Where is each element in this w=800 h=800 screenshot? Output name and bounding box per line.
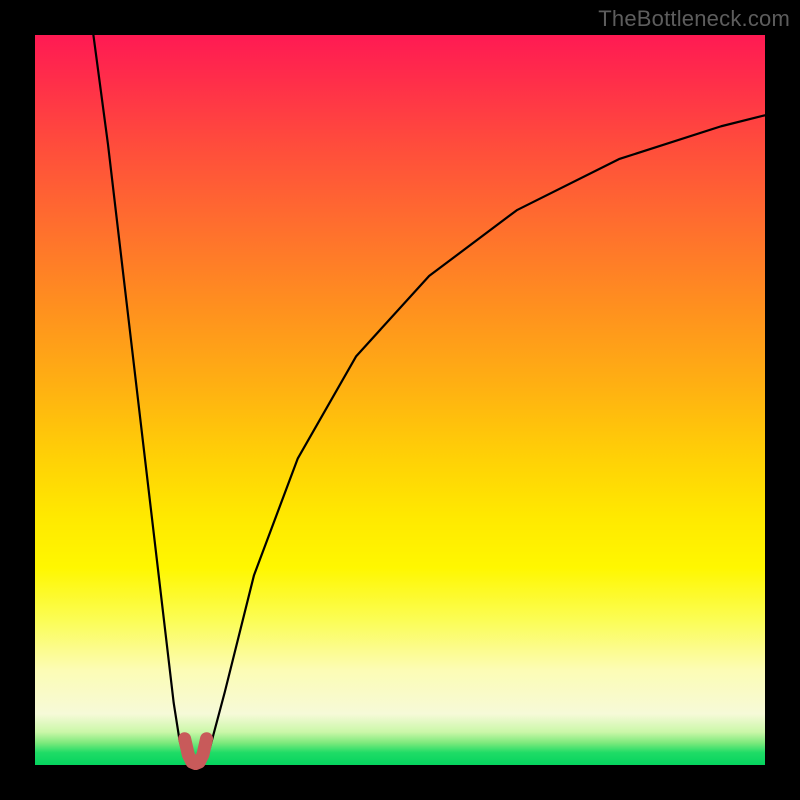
plot-area (35, 35, 765, 765)
watermark-text: TheBottleneck.com (598, 6, 790, 32)
bottleneck-curve-svg (35, 35, 765, 765)
curve-path (93, 35, 765, 764)
chart-frame: TheBottleneck.com (0, 0, 800, 800)
minimum-u-marker (185, 739, 207, 764)
